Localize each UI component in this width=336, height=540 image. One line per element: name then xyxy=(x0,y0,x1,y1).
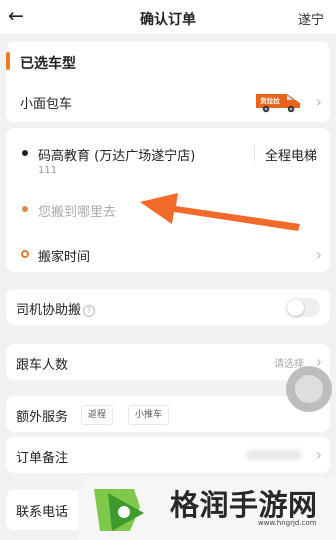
driver-help-label: 司机协助搬? xyxy=(16,299,96,318)
selected-vehicle-heading: 已选车型 xyxy=(20,56,76,72)
contact-label: 联系电话 xyxy=(16,505,69,520)
move-time-chevron-icon[interactable]: › xyxy=(316,246,322,264)
destination-dot-icon xyxy=(22,206,28,212)
remarks-blurred-value xyxy=(246,450,302,460)
watermark: 格润手游网 www.hngrjd.com xyxy=(78,478,336,540)
clock-icon xyxy=(21,250,29,258)
address-card: 码高教育 (万达广场遂宁店) 111 全程电梯 您搬到哪里去 搬家时间 › xyxy=(6,128,330,272)
elevator-option[interactable]: 全程电梯 xyxy=(265,145,317,164)
move-time-selector[interactable]: 搬家时间 xyxy=(38,246,90,265)
toggle-knob xyxy=(287,299,304,316)
vehicle-chevron-icon[interactable]: › xyxy=(316,93,322,111)
watermark-text: 格润手游网 xyxy=(170,488,318,522)
watermark-url: www.hngrjd.com xyxy=(258,519,317,527)
vehicle-card: 已选车型 小面包车 货拉拉 › xyxy=(6,42,330,122)
remarks-chevron-icon[interactable]: › xyxy=(316,446,322,464)
floating-assist-button[interactable] xyxy=(286,366,332,412)
remarks-row[interactable]: 订单备注 › xyxy=(6,437,330,473)
passengers-row[interactable]: 跟车人数 请选择 › xyxy=(6,344,330,380)
destination-input[interactable]: 您搬到哪里去 xyxy=(38,201,116,220)
driver-help-row: 司机协助搬? xyxy=(6,289,330,325)
chip-return-trip[interactable]: 返程 xyxy=(81,405,114,425)
passengers-label: 跟车人数 xyxy=(16,358,69,373)
help-icon[interactable]: ? xyxy=(83,305,96,317)
pointer-arrow-icon xyxy=(140,193,300,231)
top-bar: ← 确认订单 遂宁 xyxy=(0,0,336,34)
driver-help-toggle[interactable] xyxy=(286,298,320,317)
extra-services-label: 额外服务 xyxy=(16,410,69,425)
start-address-detail: 111 xyxy=(38,165,58,176)
van-icon: 货拉拉 xyxy=(256,94,300,113)
chip-trolley[interactable]: 小推车 xyxy=(128,405,170,425)
start-address[interactable]: 码高教育 (万达广场遂宁店) xyxy=(38,145,195,164)
start-dot-icon xyxy=(22,150,28,156)
city-selector[interactable]: 遂宁 xyxy=(298,9,324,28)
page-title: 确认订单 xyxy=(140,12,196,28)
divider xyxy=(254,145,255,161)
remarks-label: 订单备注 xyxy=(16,451,69,466)
section-accent-bar xyxy=(6,52,10,70)
watermark-logo-icon xyxy=(94,489,144,531)
van-logo-text: 货拉拉 xyxy=(259,96,280,105)
vehicle-type-label[interactable]: 小面包车 xyxy=(20,93,72,112)
extra-services-row: 额外服务 返程 小推车 xyxy=(6,396,330,432)
